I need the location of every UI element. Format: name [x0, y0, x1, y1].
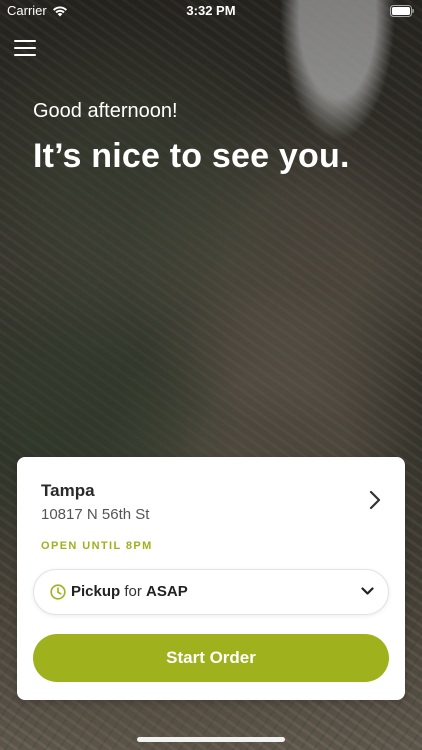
order-for-label: for — [124, 583, 142, 600]
greeting-text: Good afternoon! — [33, 100, 178, 122]
chevron-right-icon — [369, 490, 381, 510]
order-time: ASAP — [146, 583, 188, 600]
menu-line — [14, 54, 36, 56]
location-selector[interactable]: Tampa 10817 N 56th St — [17, 457, 405, 537]
battery-icon — [390, 5, 414, 17]
location-address: 10817 N 56th St — [41, 506, 150, 523]
hours-status: OPEN UNTIL 8PM — [41, 540, 153, 552]
order-type-dropdown[interactable]: Pickup for ASAP — [33, 569, 389, 615]
home-indicator — [137, 737, 285, 742]
status-bar: Carrier 3:32 PM — [0, 0, 422, 22]
headline-text: It’s nice to see you. — [33, 137, 350, 175]
location-name: Tampa — [41, 481, 95, 500]
order-summary: Pickup for ASAP — [71, 583, 188, 600]
menu-line — [14, 47, 36, 49]
menu-line — [14, 40, 36, 42]
status-time: 3:32 PM — [186, 3, 236, 18]
chevron-down-icon — [361, 587, 374, 595]
hamburger-menu-icon[interactable] — [14, 38, 36, 58]
order-type: Pickup — [71, 583, 121, 600]
clock-icon — [50, 584, 66, 600]
start-order-button[interactable]: Start Order — [33, 634, 389, 682]
location-card: Tampa 10817 N 56th St OPEN UNTIL 8PM Pic… — [17, 457, 405, 700]
